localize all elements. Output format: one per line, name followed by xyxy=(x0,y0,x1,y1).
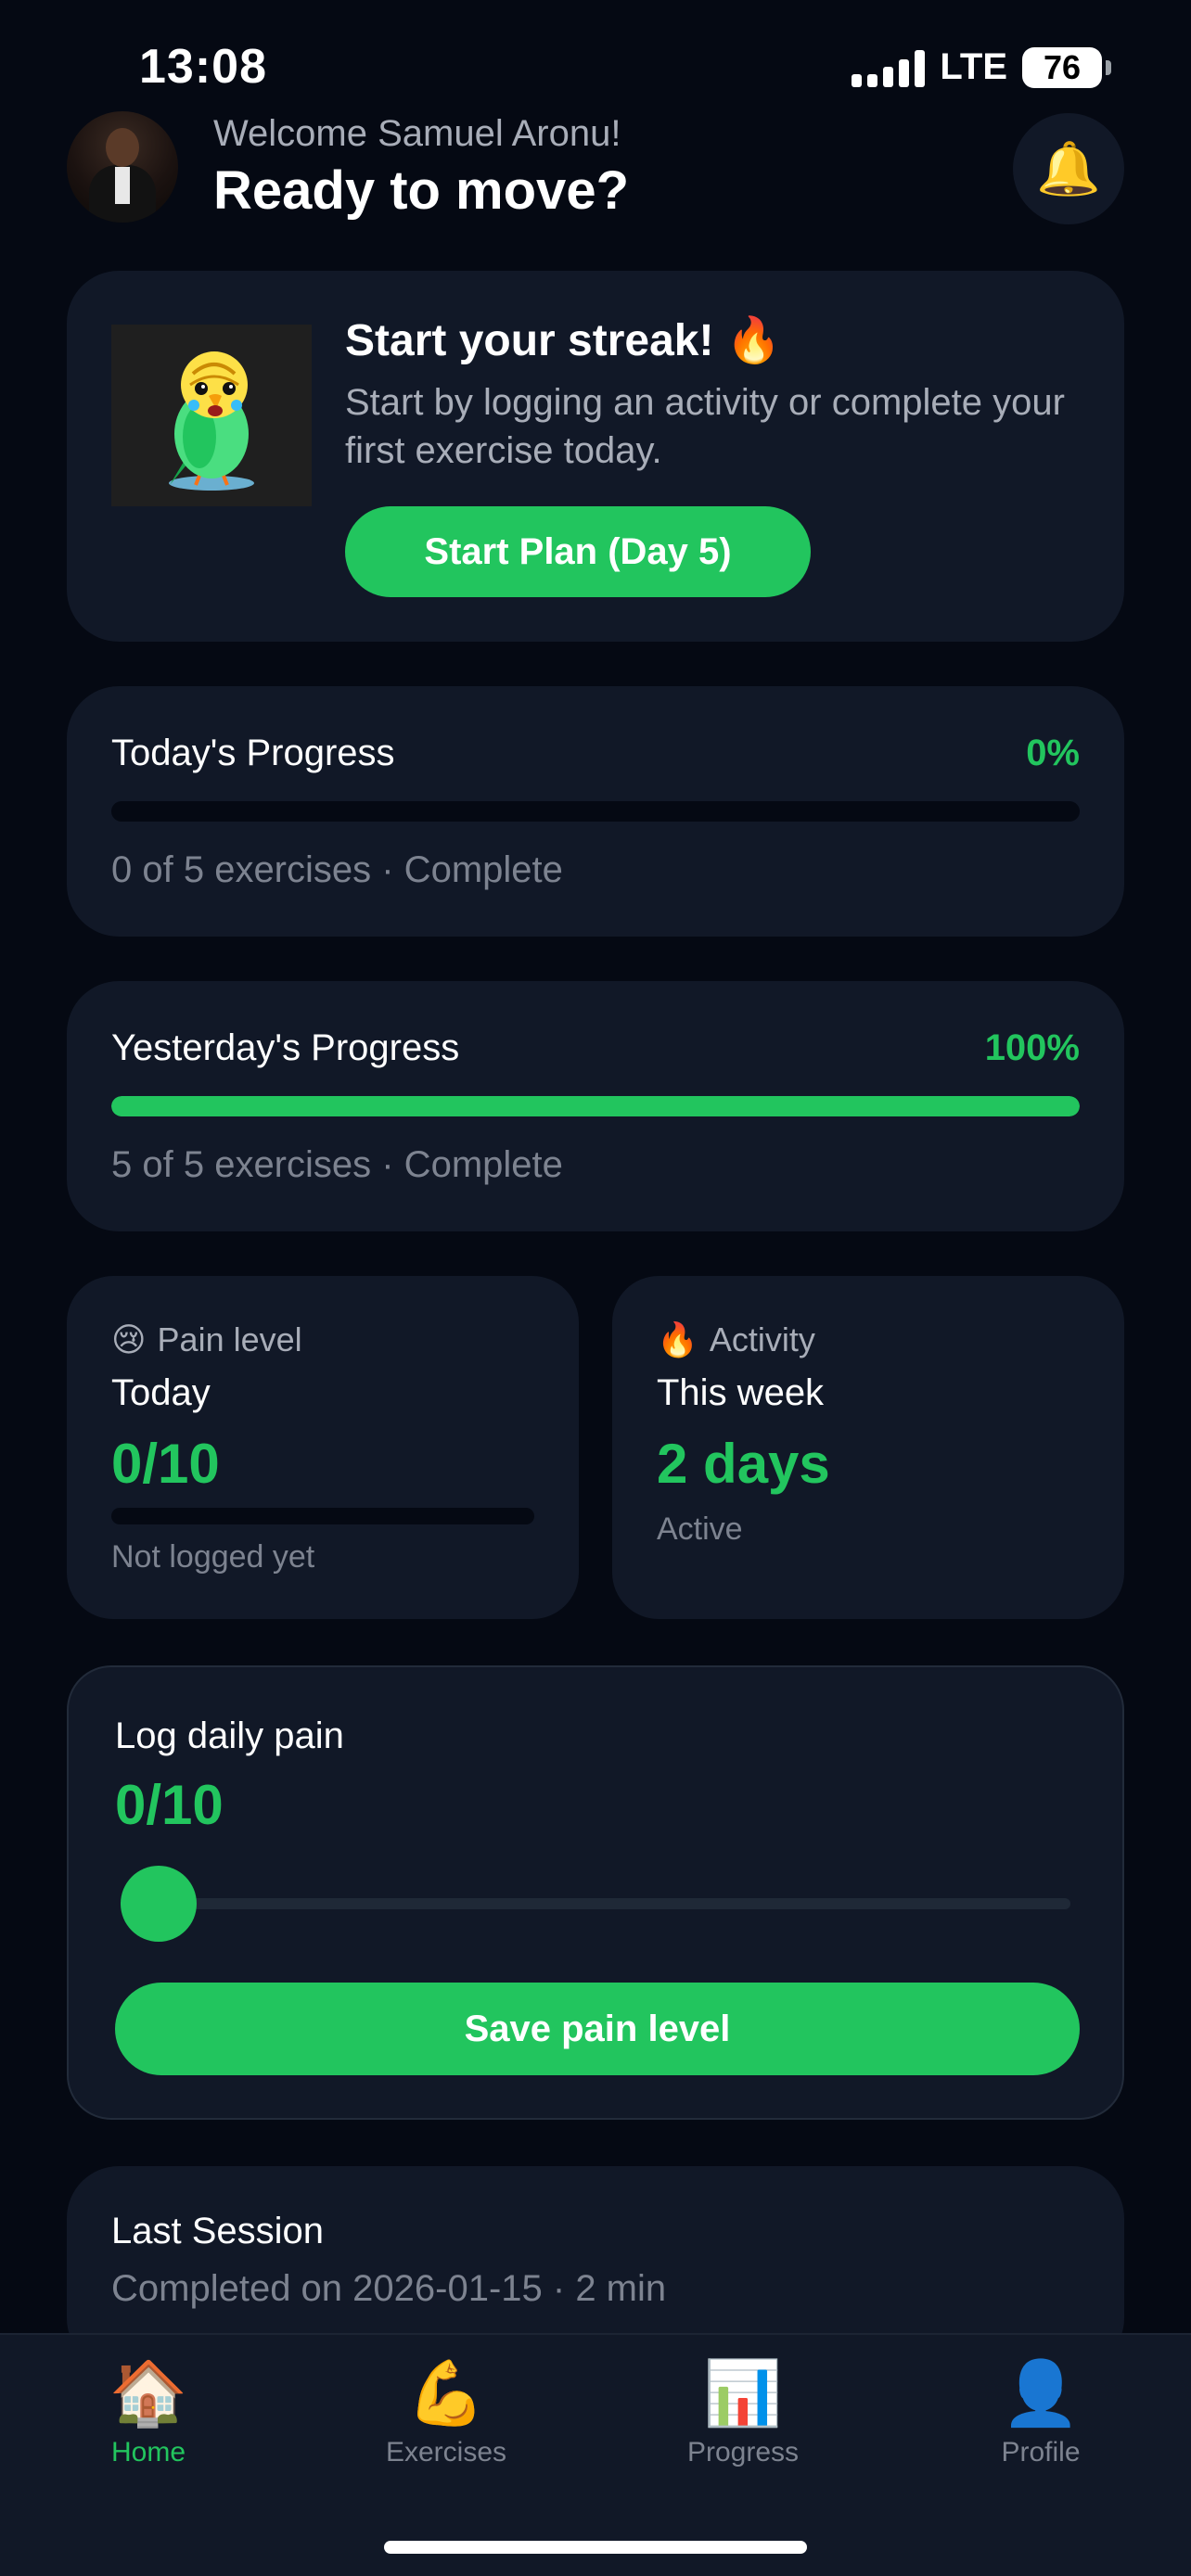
battery-level: 76 xyxy=(1043,47,1082,86)
avatar[interactable] xyxy=(67,111,178,223)
activity-label: Activity xyxy=(709,1320,815,1358)
fire-icon: 🔥 xyxy=(657,1320,698,1358)
start-plan-button[interactable]: Start Plan (Day 5) xyxy=(345,506,811,597)
header: Welcome Samuel Aronu! Ready to move? 🔔 xyxy=(67,111,1124,226)
pain-slider[interactable] xyxy=(121,1866,1070,1942)
last-session-detail: Completed on 2026-01-15 · 2 min xyxy=(111,2268,667,2309)
log-pain-title: Log daily pain xyxy=(115,1715,344,1756)
pain-level-value: 0/10 xyxy=(111,1433,220,1495)
today-progress-summary: 0 of 5 exercises · Complete xyxy=(111,849,563,890)
home-indicator[interactable] xyxy=(384,2541,807,2554)
budgie-icon xyxy=(169,351,254,491)
activity-card[interactable]: 🔥 Activity This week 2 days Active xyxy=(612,1276,1124,1619)
status-time: 13:08 xyxy=(139,40,267,94)
tab-profile[interactable]: 👤 Profile xyxy=(939,2353,1143,2468)
yesterday-progress-card: Yesterday's Progress 100% 5 of 5 exercis… xyxy=(67,981,1124,1231)
tab-home-label: Home xyxy=(110,2437,186,2468)
pain-level-label: Pain level xyxy=(157,1320,302,1358)
last-session-title: Last Session xyxy=(111,2211,325,2251)
tab-profile-label: Profile xyxy=(1001,2437,1081,2468)
today-progress-card: Today's Progress 0% 0 of 5 exercises · C… xyxy=(67,686,1124,937)
page-title: Ready to move? xyxy=(213,160,629,221)
bar-chart-icon: 📊 xyxy=(703,2358,783,2429)
pain-level-card[interactable]: 😢 Pain level Today 0/10 Not logged yet xyxy=(67,1276,579,1619)
yesterday-progress-title: Yesterday's Progress xyxy=(111,1027,460,1068)
activity-note: Active xyxy=(657,1511,743,1547)
today-progress-bar xyxy=(111,801,1080,822)
tab-home[interactable]: 🏠 Home xyxy=(46,2353,250,2468)
crying-face-icon: 😢 xyxy=(111,1320,147,1358)
yesterday-progress-summary: 5 of 5 exercises · Complete xyxy=(111,1144,563,1185)
tab-exercises[interactable]: 💪 Exercises xyxy=(344,2353,548,2468)
today-progress-percent: 0% xyxy=(1026,733,1080,773)
welcome-text: Welcome Samuel Aronu! xyxy=(213,113,621,154)
pain-level-bar xyxy=(111,1508,534,1524)
tab-progress[interactable]: 📊 Progress xyxy=(641,2353,845,2468)
status-bar: 13:08 LTE 76 xyxy=(0,0,1191,102)
tab-progress-label: Progress xyxy=(686,2437,800,2468)
tab-exercises-label: Exercises xyxy=(385,2437,507,2468)
activity-period: This week xyxy=(657,1372,825,1413)
notifications-button[interactable]: 🔔 xyxy=(1013,113,1124,224)
streak-card: Start your streak! 🔥 Start by logging an… xyxy=(67,271,1124,642)
save-pain-level-button[interactable]: Save pain level xyxy=(115,1983,1080,2075)
bell-icon: 🔔 xyxy=(1036,139,1101,198)
activity-value: 2 days xyxy=(657,1433,830,1495)
tab-bar: 🏠 Home 💪 Exercises 📊 Progress 👤 Profile xyxy=(0,2333,1191,2576)
person-silhouette-icon: 👤 xyxy=(1001,2358,1081,2429)
house-icon: 🏠 xyxy=(109,2358,188,2429)
yesterday-progress-bar xyxy=(111,1096,1080,1116)
streak-title: Start your streak! 🔥 xyxy=(345,316,782,365)
pain-slider-track[interactable] xyxy=(121,1898,1070,1909)
cellular-signal-icon xyxy=(852,48,926,87)
today-progress-title: Today's Progress xyxy=(111,733,395,773)
status-indicators: LTE 76 xyxy=(852,46,1111,88)
yesterday-progress-percent: 100% xyxy=(984,1027,1080,1068)
log-pain-value: 0/10 xyxy=(115,1774,224,1836)
log-pain-card: Log daily pain 0/10 Save pain level xyxy=(67,1665,1124,2120)
pain-slider-thumb[interactable] xyxy=(121,1866,197,1942)
battery-icon: 76 xyxy=(1022,46,1111,88)
network-type: LTE xyxy=(940,46,1007,87)
flexed-biceps-icon: 💪 xyxy=(406,2358,486,2429)
pain-level-period: Today xyxy=(111,1372,211,1413)
streak-description: Start by logging an activity or complete… xyxy=(345,382,1065,471)
budgie-mascot-image xyxy=(111,325,312,506)
pain-level-note: Not logged yet xyxy=(111,1539,315,1575)
yesterday-progress-fill xyxy=(111,1096,1080,1116)
